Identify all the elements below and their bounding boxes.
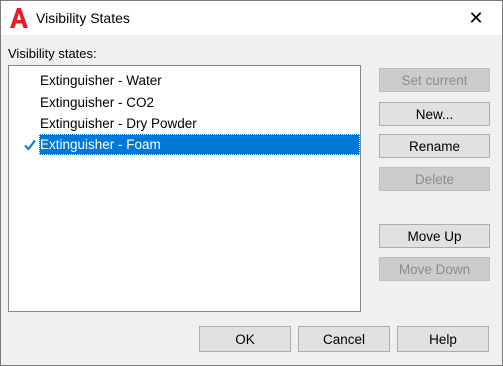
list-item-label: Extinguisher - CO2 bbox=[40, 95, 155, 110]
move-down-button[interactable]: Move Down bbox=[379, 257, 490, 281]
cancel-button[interactable]: Cancel bbox=[298, 326, 390, 352]
list-item-label: Extinguisher - Dry Powder bbox=[40, 116, 197, 131]
list-item[interactable]: Extinguisher - CO2 bbox=[39, 92, 360, 113]
list-item-selected[interactable]: Extinguisher - Foam bbox=[24, 134, 360, 155]
new-button[interactable]: New... bbox=[379, 102, 490, 126]
autocad-logo-icon bbox=[10, 8, 28, 28]
title-bar: Visibility States ✕ bbox=[1, 1, 502, 35]
delete-button[interactable]: Delete bbox=[379, 167, 490, 191]
rename-button[interactable]: Rename bbox=[379, 134, 490, 158]
close-icon: ✕ bbox=[468, 7, 484, 28]
set-current-button[interactable]: Set current bbox=[379, 68, 490, 92]
visibility-states-dialog: Visibility States ✕ Visibility states: E… bbox=[0, 0, 503, 366]
window-title: Visibility States bbox=[36, 10, 130, 26]
close-button[interactable]: ✕ bbox=[459, 5, 493, 31]
visibility-states-list[interactable]: Extinguisher - Water Extinguisher - CO2 … bbox=[8, 65, 361, 312]
visibility-states-label: Visibility states: bbox=[8, 46, 97, 61]
move-up-button[interactable]: Move Up bbox=[379, 224, 490, 248]
list-item[interactable]: Extinguisher - Water bbox=[39, 70, 360, 91]
ok-button[interactable]: OK bbox=[199, 326, 291, 352]
help-button[interactable]: Help bbox=[397, 326, 489, 352]
list-item-label: Extinguisher - Water bbox=[40, 73, 162, 88]
list-item[interactable]: Extinguisher - Dry Powder bbox=[39, 113, 360, 134]
list-item-label: Extinguisher - Foam bbox=[40, 137, 161, 152]
checkmark-icon bbox=[23, 134, 37, 155]
